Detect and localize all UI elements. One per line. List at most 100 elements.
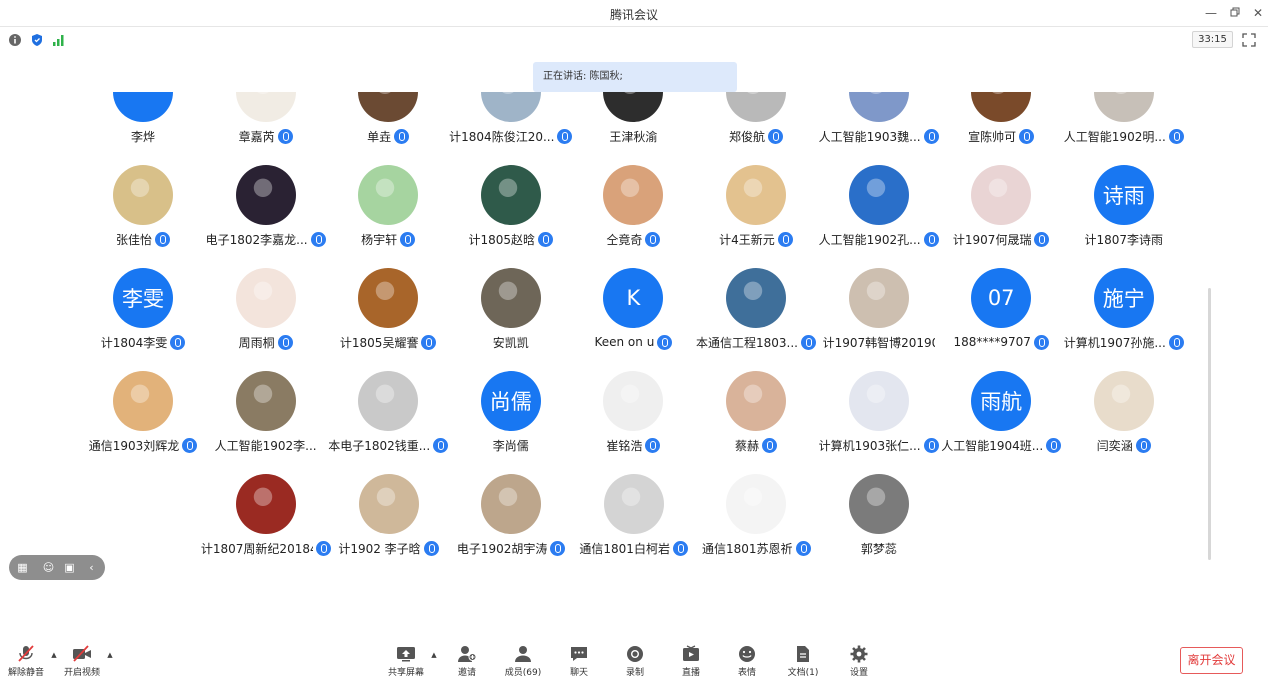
participant-name: 宣陈帅可 [968, 129, 1017, 144]
participant-tile[interactable]: K Keen on u [572, 268, 694, 368]
share-screen-button[interactable]: 共享屏幕 [380, 645, 432, 682]
unmute-button[interactable]: 解除静音 [0, 645, 52, 682]
participant-name-row: 张佳怡 [82, 230, 210, 248]
participant-name: 闫奕涵 [1096, 438, 1133, 453]
participant-tile[interactable]: 计1907何晟瑞 [940, 165, 1062, 265]
participant-tile[interactable]: 郑俊航 [695, 92, 817, 162]
share-screen-icon [397, 647, 415, 662]
participant-tile[interactable]: 通信1801苏恩祈 [695, 474, 817, 562]
participant-tile[interactable]: 周雨桐 [205, 268, 327, 368]
participant-name-row: 本通信工程1803... [689, 333, 823, 351]
participant-tile[interactable]: 本通信工程1803... [695, 268, 817, 368]
participant-tile[interactable]: 本电子1802钱重... [327, 371, 449, 471]
participant-tile[interactable]: 通信1903刘辉龙 [82, 371, 204, 471]
participant-tile[interactable]: 章嘉芮 [205, 92, 327, 162]
participant-name: 计算机1903张仁... [818, 438, 921, 453]
live-icon [683, 645, 699, 661]
participant-tile[interactable]: 通信1801白柯岩 [573, 474, 695, 562]
info-icon[interactable] [8, 32, 22, 46]
participant-tile[interactable]: 计1907韩智博20190... [818, 268, 940, 368]
participant-name: 人工智能1902李... [214, 438, 317, 453]
start-video-button[interactable]: 开启视频 [56, 645, 108, 682]
restore-icon[interactable] [1226, 4, 1244, 22]
participant-name: 通信1801苏恩祈 [702, 541, 793, 556]
minimize-icon[interactable]: — [1202, 4, 1220, 22]
participant-tile[interactable]: 蔡赫 [695, 371, 817, 471]
participant-tile[interactable]: 计1804陈俊江20... [449, 92, 573, 162]
participant-tile[interactable]: 计算机1903张仁... [818, 371, 940, 471]
documents-button[interactable]: 文档(1) [777, 645, 829, 682]
settings-button[interactable]: 设置 [833, 645, 885, 682]
layout-grid-icon[interactable]: ▦ [16, 561, 29, 574]
collapse-arrow-icon[interactable]: ‹ [85, 561, 98, 574]
participant-tile[interactable]: 仝竟奇 [572, 165, 694, 265]
participant-name-row: 计1807周新纪20184... [199, 539, 333, 557]
participant-tile[interactable]: 张佳怡 [82, 165, 204, 265]
close-icon[interactable]: ✕ [1249, 4, 1267, 22]
participant-name-row: 电子1802李嘉龙... [199, 230, 333, 248]
participant-tile[interactable]: 人工智能1903魏... [818, 92, 940, 162]
leave-meeting-button[interactable]: 离开会议 [1180, 647, 1243, 674]
participant-tile[interactable]: 施宁 计算机1907孙施... [1063, 268, 1185, 368]
participant-tile[interactable]: 单垚 [327, 92, 449, 162]
record-button[interactable]: 录制 [609, 645, 661, 682]
participant-tile[interactable]: 安凯凯 [450, 268, 572, 368]
participant-tile[interactable]: 李雯 计1804李雯 [82, 268, 204, 368]
fullscreen-icon[interactable] [1242, 32, 1256, 47]
unmute-label: 解除静音 [7, 668, 44, 678]
avatar-initials: 07 [987, 286, 1015, 310]
participant-tile[interactable]: 计1807周新纪20184... [201, 474, 331, 562]
participant-tile[interactable]: 尚儒 李尚儒 [450, 371, 572, 471]
share-options-caret-icon[interactable]: ▲ [429, 651, 439, 661]
participant-name-row: 王津秋渝 [566, 127, 700, 145]
participant-tile[interactable]: 郭梦蕊 [818, 474, 940, 562]
grid-scrollbar[interactable] [1208, 288, 1211, 560]
chat-bubble-icon[interactable]: ▣ [63, 561, 76, 574]
participant-tile[interactable]: 电子1802李嘉龙... [205, 165, 327, 265]
participant-tile[interactable]: 07 188****9707 [940, 268, 1062, 368]
participant-avatar [235, 165, 296, 225]
participant-avatar [603, 474, 664, 534]
participant-tile[interactable]: 计1805赵晗 [450, 165, 572, 265]
participant-tile[interactable]: 电子1902胡宇涛 [450, 474, 572, 562]
video-options-caret-icon[interactable]: ▲ [105, 651, 115, 661]
start-video-label: 开启视频 [63, 668, 100, 678]
mic-status-icon [1168, 334, 1184, 350]
participant-avatar [480, 165, 541, 225]
shield-icon[interactable] [30, 32, 44, 46]
mic-status-icon [1135, 437, 1151, 453]
participant-name-row: 崔铭浩 [566, 436, 700, 454]
participant-tile[interactable]: 雨航 人工智能1904班... [940, 371, 1062, 471]
participant-name-row: 闫奕涵 [1057, 436, 1191, 454]
participant-tile[interactable]: 宣陈帅可 [940, 92, 1062, 162]
members-button[interactable]: 成员(69) [497, 645, 549, 682]
participant-name-row: 郭梦蕊 [812, 539, 946, 557]
participant-tile[interactable]: 人工智能1902李... [205, 371, 327, 471]
participant-tile[interactable]: 李烨 [82, 92, 204, 162]
signal-icon[interactable] [52, 32, 66, 46]
meeting-timer: 33:15 [1192, 31, 1233, 48]
live-button[interactable]: 直播 [665, 645, 717, 682]
participant-tile[interactable]: 人工智能1902明... [1063, 92, 1185, 162]
participant-tile[interactable]: 计1902 李子晗 [328, 474, 450, 562]
participant-tile[interactable]: 计1805吴耀謇 [327, 268, 449, 368]
chat-button[interactable]: 聊天 [553, 645, 605, 682]
window-title: 腾讯会议 [609, 8, 658, 22]
participant-tile[interactable]: 王津秋渝 [572, 92, 694, 162]
participant-name: 章嘉芮 [238, 129, 275, 144]
invite-button[interactable]: 邀请 [441, 645, 493, 682]
participant-tile[interactable]: 诗雨 计1807李诗雨 [1063, 165, 1185, 265]
mic-status-icon [277, 334, 293, 350]
participant-name: 计算机1907孙施... [1063, 335, 1166, 350]
chat-icon [571, 647, 587, 661]
participant-tile[interactable]: 崔铭浩 [572, 371, 694, 471]
gear-icon [850, 645, 868, 663]
reactions-button[interactable]: 表情 [721, 645, 773, 682]
participant-tile[interactable]: 人工智能1902孔... [818, 165, 940, 265]
participant-tile[interactable]: 杨宇轩 [327, 165, 449, 265]
participant-tile[interactable]: 计4王新元 [695, 165, 817, 265]
participant-tile[interactable]: 闫奕涵 [1063, 371, 1185, 471]
participant-name: 仝竟奇 [606, 232, 643, 247]
emoji-icon[interactable]: ☺ [42, 561, 55, 574]
participant-avatar [848, 92, 909, 122]
